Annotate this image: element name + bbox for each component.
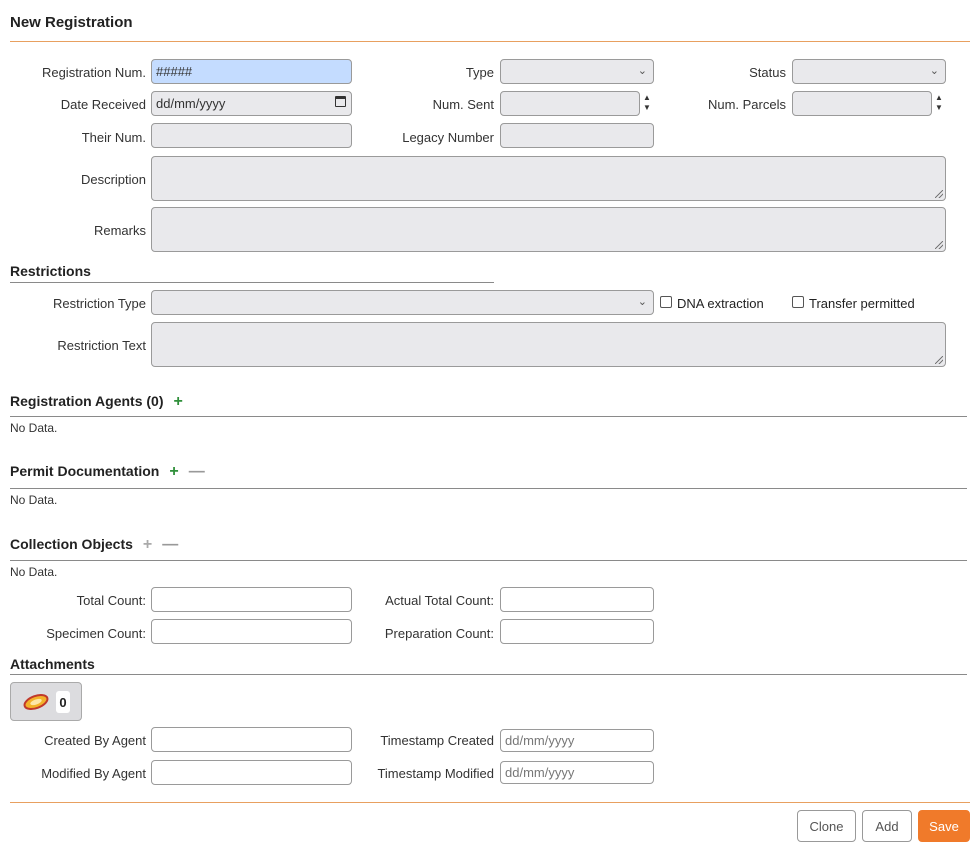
restriction-text-textarea[interactable] [151, 322, 946, 367]
total-count-input[interactable] [151, 587, 352, 612]
number-spinner-icon[interactable]: ▲ ▼ [933, 93, 945, 113]
restriction-type-label: Restriction Type [53, 296, 146, 311]
resize-handle-icon[interactable] [935, 356, 943, 364]
actual-total-count-label: Actual Total Count: [385, 593, 494, 608]
registration-num-label: Registration Num. [41, 65, 146, 80]
footer-divider [10, 802, 970, 803]
transfer-permitted-checkbox[interactable] [792, 296, 804, 308]
specimen-count-label: Specimen Count: [46, 626, 146, 641]
remove-permit-button[interactable]: — [189, 463, 205, 480]
number-spinner-icon[interactable]: ▲ ▼ [641, 93, 653, 113]
add-agent-button[interactable]: + [174, 393, 183, 410]
specimen-count-input[interactable] [151, 619, 352, 644]
restrictions-heading: Restrictions [10, 263, 91, 279]
chevron-down-icon: ⌄ [929, 65, 939, 77]
timestamp-created-label: Timestamp Created [380, 733, 494, 748]
resize-handle-icon[interactable] [935, 241, 943, 249]
created-by-agent-input[interactable] [151, 727, 352, 752]
add-collection-object-button[interactable]: + [143, 536, 152, 553]
preparation-count-input[interactable] [500, 619, 654, 644]
their-num-input[interactable] [151, 123, 352, 148]
created-by-agent-label: Created By Agent [44, 733, 146, 748]
type-select[interactable]: ⌄ [500, 59, 654, 84]
attachments-divider [10, 674, 967, 675]
total-count-label: Total Count: [76, 593, 146, 608]
modified-by-agent-label: Modified By Agent [41, 766, 146, 781]
registration-agents-heading: Registration Agents (0) + [10, 393, 183, 410]
date-received-input[interactable]: dd/mm/yyyy [151, 91, 352, 116]
registration-num-input[interactable]: ##### [151, 59, 352, 84]
status-select[interactable]: ⌄ [792, 59, 946, 84]
calendar-icon[interactable] [335, 96, 346, 107]
attachments-button[interactable]: 0 [10, 682, 82, 721]
remarks-textarea[interactable] [151, 207, 946, 252]
timestamp-created-input[interactable]: dd/mm/yyyy [500, 729, 654, 752]
chevron-down-icon: ⌄ [637, 296, 647, 308]
save-button[interactable]: Save [918, 810, 970, 842]
restriction-type-select[interactable]: ⌄ [151, 290, 654, 315]
permit-documentation-divider [10, 488, 967, 489]
num-parcels-input[interactable]: ▲ ▼ [792, 91, 943, 116]
attachment-count: 0 [56, 691, 70, 713]
num-parcels-label: Num. Parcels [707, 97, 786, 112]
collection-objects-divider [10, 560, 967, 561]
num-sent-input[interactable]: ▲ ▼ [500, 91, 651, 116]
registration-agents-divider [10, 416, 967, 417]
title-divider [10, 41, 970, 42]
registration-agents-empty: No Data. [10, 421, 58, 435]
dna-extraction-label: DNA extraction [677, 296, 764, 311]
timestamp-modified-input[interactable]: dd/mm/yyyy [500, 761, 654, 784]
page-title: New Registration [10, 14, 133, 31]
date-received-label: Date Received [60, 97, 146, 112]
preparation-count-label: Preparation Count: [384, 626, 494, 641]
type-label: Type [465, 65, 494, 80]
permit-documentation-heading: Permit Documentation + — [10, 463, 205, 480]
permit-documentation-empty: No Data. [10, 493, 58, 507]
legacy-number-input[interactable] [500, 123, 654, 148]
restriction-text-label: Restriction Text [57, 338, 146, 353]
remarks-label: Remarks [93, 223, 146, 238]
modified-by-agent-input[interactable] [151, 760, 352, 785]
add-permit-button[interactable]: + [169, 463, 178, 480]
restrictions-divider [10, 282, 494, 283]
attachment-paperclip-icon [23, 694, 49, 710]
chevron-down-icon: ⌄ [637, 65, 647, 77]
attachments-heading: Attachments [10, 656, 95, 672]
remove-collection-object-button[interactable]: — [162, 536, 178, 553]
clone-button[interactable]: Clone [797, 810, 856, 842]
status-label: Status [749, 65, 786, 80]
collection-objects-heading: Collection Objects + — [10, 536, 179, 553]
description-label: Description [80, 172, 146, 187]
transfer-permitted-label: Transfer permitted [809, 296, 915, 311]
timestamp-modified-label: Timestamp Modified [377, 766, 494, 781]
resize-handle-icon[interactable] [935, 190, 943, 198]
legacy-number-label: Legacy Number [402, 130, 494, 145]
collection-objects-empty: No Data. [10, 565, 58, 579]
dna-extraction-checkbox[interactable] [660, 296, 672, 308]
description-textarea[interactable] [151, 156, 946, 201]
their-num-label: Their Num. [81, 130, 146, 145]
actual-total-count-input[interactable] [500, 587, 654, 612]
num-sent-label: Num. Sent [432, 97, 494, 112]
add-button[interactable]: Add [862, 810, 912, 842]
